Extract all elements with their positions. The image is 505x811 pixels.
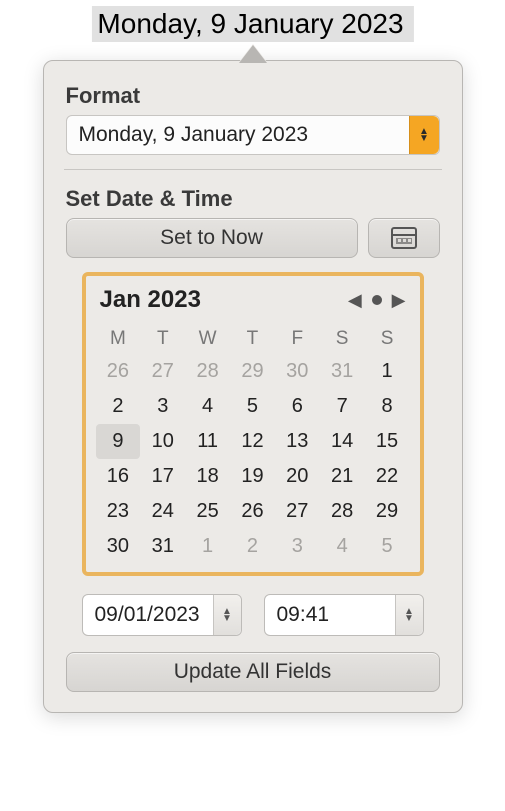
calendar-day[interactable]: 27: [275, 494, 320, 529]
calendar-day[interactable]: 26: [96, 354, 141, 389]
calendar-day[interactable]: 27: [140, 354, 185, 389]
calendar-icon: [391, 227, 417, 249]
calendar-day[interactable]: 2: [230, 529, 275, 564]
calendar-day[interactable]: 30: [96, 529, 141, 564]
calendar-day[interactable]: 3: [140, 389, 185, 424]
calendar-day[interactable]: 12: [230, 424, 275, 459]
date-input[interactable]: 09/01/2023 ▲▼: [82, 594, 242, 636]
calendar-day[interactable]: 20: [275, 459, 320, 494]
date-input-value: 09/01/2023: [95, 603, 200, 627]
calendar-day[interactable]: 15: [365, 424, 410, 459]
calendar-day[interactable]: 5: [230, 389, 275, 424]
weekday-header: T: [230, 324, 275, 354]
next-month-icon[interactable]: ▶: [392, 290, 406, 311]
calendar-day[interactable]: 9: [96, 424, 141, 459]
calendar-day[interactable]: 5: [365, 529, 410, 564]
insert-calendar-button[interactable]: [368, 218, 440, 258]
set-to-now-button[interactable]: Set to Now: [66, 218, 358, 258]
document-date-field[interactable]: Monday, 9 January 2023: [91, 6, 413, 42]
dropdown-arrows-icon: ▲▼: [409, 116, 439, 154]
popover-tip: [239, 44, 267, 62]
calendar-nav: ◀ ▶: [348, 290, 406, 311]
divider: [64, 169, 442, 170]
calendar-widget: Jan 2023 ◀ ▶ MTWTFSS 2627282930311234567…: [82, 272, 424, 576]
calendar-day[interactable]: 14: [320, 424, 365, 459]
time-input[interactable]: 09:41 ▲▼: [264, 594, 424, 636]
weekday-header: T: [140, 324, 185, 354]
calendar-day[interactable]: 7: [320, 389, 365, 424]
prev-month-icon[interactable]: ◀: [348, 290, 362, 311]
calendar-day[interactable]: 29: [230, 354, 275, 389]
calendar-day[interactable]: 1: [185, 529, 230, 564]
time-input-value: 09:41: [277, 603, 330, 627]
weekday-header: M: [96, 324, 141, 354]
weekday-header: F: [275, 324, 320, 354]
calendar-day[interactable]: 24: [140, 494, 185, 529]
date-time-popover: Format Monday, 9 January 2023 ▲▼ Set Dat…: [43, 60, 463, 713]
calendar-day[interactable]: 6: [275, 389, 320, 424]
calendar-day[interactable]: 22: [365, 459, 410, 494]
calendar-day[interactable]: 30: [275, 354, 320, 389]
calendar-day[interactable]: 23: [96, 494, 141, 529]
calendar-day[interactable]: 28: [185, 354, 230, 389]
calendar-day[interactable]: 17: [140, 459, 185, 494]
date-stepper-icon[interactable]: ▲▼: [213, 595, 241, 635]
format-selected-value: Monday, 9 January 2023: [79, 123, 309, 147]
calendar-day[interactable]: 3: [275, 529, 320, 564]
calendar-day[interactable]: 10: [140, 424, 185, 459]
calendar-day[interactable]: 13: [275, 424, 320, 459]
format-select[interactable]: Monday, 9 January 2023 ▲▼: [66, 115, 440, 155]
weekday-header: S: [320, 324, 365, 354]
calendar-day[interactable]: 31: [320, 354, 365, 389]
calendar-day[interactable]: 2: [96, 389, 141, 424]
calendar-day[interactable]: 21: [320, 459, 365, 494]
calendar-day[interactable]: 18: [185, 459, 230, 494]
today-dot-icon[interactable]: [372, 295, 382, 305]
calendar-day[interactable]: 4: [185, 389, 230, 424]
calendar-day[interactable]: 26: [230, 494, 275, 529]
calendar-day[interactable]: 31: [140, 529, 185, 564]
format-label: Format: [66, 83, 440, 109]
calendar-day[interactable]: 4: [320, 529, 365, 564]
weekday-header: W: [185, 324, 230, 354]
update-all-fields-button[interactable]: Update All Fields: [66, 652, 440, 692]
calendar-day[interactable]: 8: [365, 389, 410, 424]
calendar-day[interactable]: 28: [320, 494, 365, 529]
time-stepper-icon[interactable]: ▲▼: [395, 595, 423, 635]
calendar-month-title: Jan 2023: [100, 286, 201, 314]
calendar-day[interactable]: 19: [230, 459, 275, 494]
set-date-time-label: Set Date & Time: [66, 186, 440, 212]
calendar-day[interactable]: 16: [96, 459, 141, 494]
calendar-day[interactable]: 25: [185, 494, 230, 529]
calendar-day[interactable]: 1: [365, 354, 410, 389]
calendar-day[interactable]: 29: [365, 494, 410, 529]
calendar-grid: MTWTFSS 26272829303112345678910111213141…: [96, 324, 410, 564]
weekday-header: S: [365, 324, 410, 354]
calendar-day[interactable]: 11: [185, 424, 230, 459]
